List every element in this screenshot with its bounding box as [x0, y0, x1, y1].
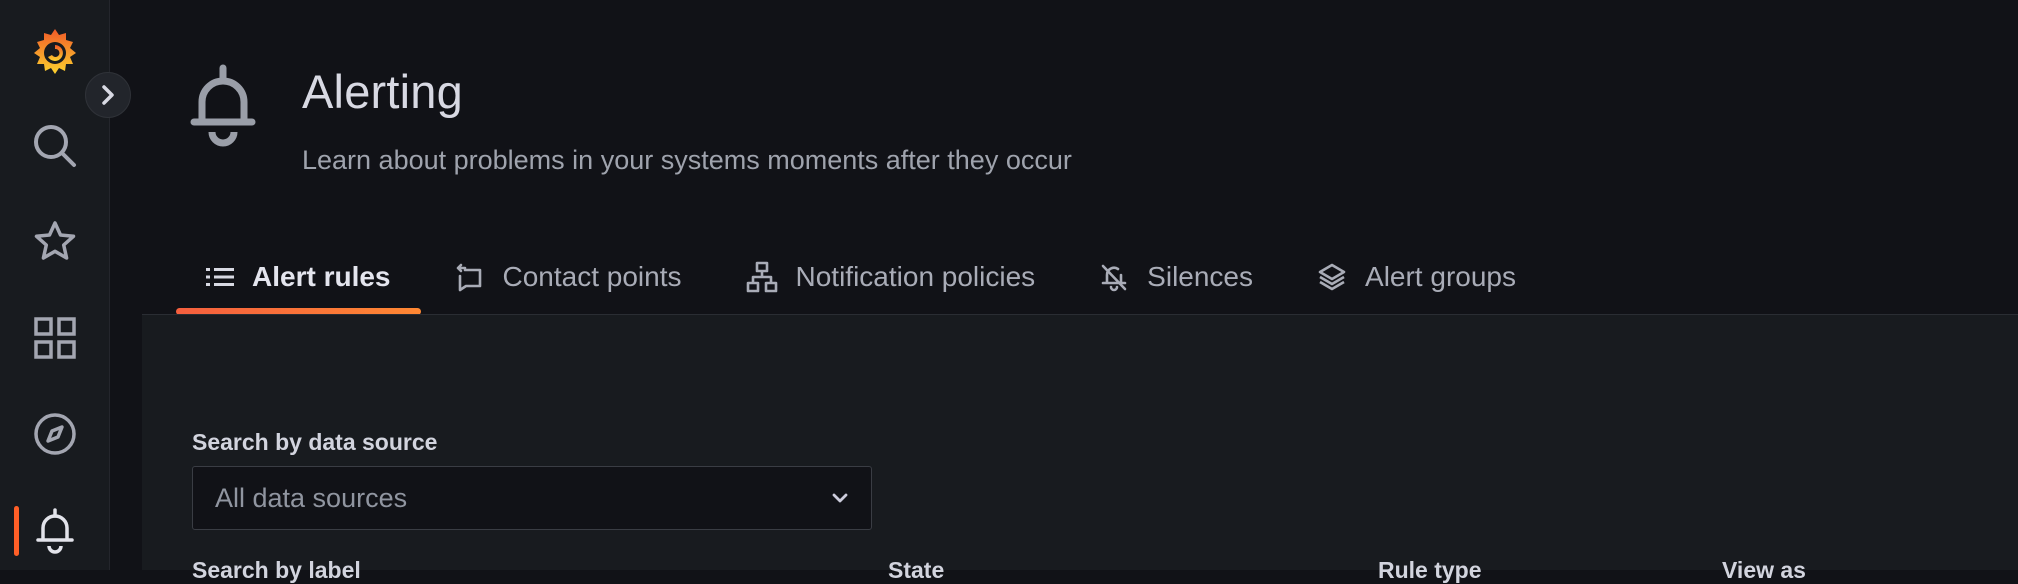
tab-bar: Alert rules Contact points Notification … — [174, 248, 1548, 315]
datasource-select-value: All data sources — [215, 482, 408, 513]
tab-notification-policies[interactable]: Notification policies — [714, 248, 1068, 315]
tab-contact-points[interactable]: Contact points — [423, 248, 714, 315]
page-header: Alerting Learn about problems in your sy… — [110, 0, 2018, 315]
tab-label: Silences — [1147, 261, 1254, 292]
bell-icon[interactable] — [0, 496, 110, 566]
tab-label: Alert groups — [1365, 261, 1516, 292]
bell-slash-icon — [1101, 264, 1127, 292]
list-icon — [206, 268, 234, 286]
page-subtitle: Learn about problems in your systems mom… — [302, 145, 1072, 175]
tab-label: Notification policies — [795, 261, 1036, 292]
compass-icon[interactable] — [0, 399, 110, 469]
chevron-right-icon — [102, 85, 114, 105]
bell-icon — [190, 64, 256, 155]
main-content: Alerting Learn about problems in your sy… — [110, 0, 2018, 583]
tab-label: Contact points — [502, 261, 682, 292]
apps-icon[interactable] — [0, 303, 110, 373]
state-filter-label: State — [888, 557, 945, 583]
star-icon[interactable] — [0, 207, 110, 277]
datasource-filter-label: Search by data source — [192, 429, 438, 455]
page-title: Alerting — [302, 65, 463, 118]
tab-label: Alert rules — [252, 261, 391, 292]
view-as-label: View as — [1722, 557, 1806, 583]
chevron-down-icon — [832, 493, 848, 503]
datasource-select[interactable]: All data sources — [192, 466, 872, 530]
tab-alert-rules[interactable]: Alert rules — [174, 248, 423, 315]
search-icon[interactable] — [0, 111, 110, 181]
rule-type-filter-label: Rule type — [1378, 557, 1482, 583]
sitemap-icon — [746, 261, 777, 293]
alert-rules-panel: Search by data source All data sources S… — [142, 314, 2018, 583]
tab-alert-groups[interactable]: Alert groups — [1285, 248, 1548, 315]
tab-silences[interactable]: Silences — [1067, 248, 1285, 315]
comment-alt-share-icon — [456, 263, 481, 292]
label-filter-label: Search by label — [192, 557, 361, 583]
layer-group-icon — [1318, 263, 1346, 291]
expand-menu-button[interactable] — [85, 72, 131, 118]
